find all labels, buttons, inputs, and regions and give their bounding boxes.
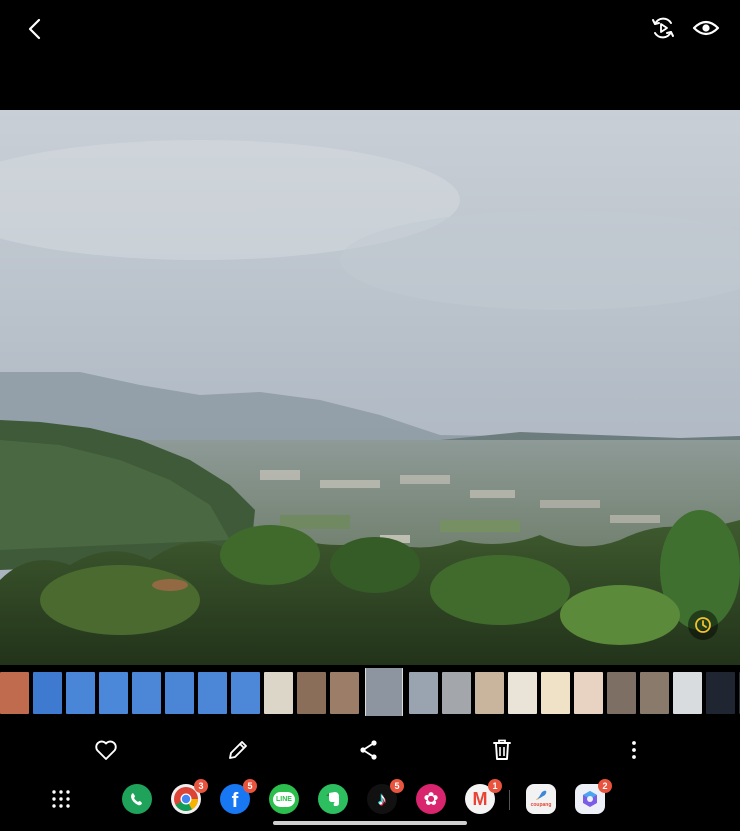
line-app[interactable]: LINE (269, 784, 299, 814)
heart-icon (95, 740, 117, 760)
eye-icon (692, 20, 720, 36)
thumb-current[interactable] (365, 668, 403, 716)
photo-action-bar (0, 730, 740, 770)
trash-icon (493, 739, 511, 760)
dock-divider (509, 790, 510, 810)
thumb-9[interactable] (264, 672, 293, 714)
phone-icon (131, 793, 142, 806)
evernote-app[interactable] (318, 784, 348, 814)
thumb-22[interactable] (706, 672, 735, 714)
thumb-13[interactable] (409, 672, 438, 714)
tiktok-icon: ♪ (377, 788, 387, 809)
gmail-icon: M (472, 788, 488, 809)
thumb-2[interactable] (33, 672, 62, 714)
landscape-photo-image (0, 110, 740, 665)
line-icon-label: LINE (276, 795, 292, 803)
edit-button[interactable] (224, 736, 252, 764)
home-gesture-bar[interactable] (273, 821, 467, 825)
coupang-app[interactable]: coupang (526, 784, 556, 814)
copilot-badge: 2 (598, 779, 612, 793)
thumb-18[interactable] (574, 672, 603, 714)
favorite-button[interactable] (92, 736, 120, 764)
motion-photo-icon (652, 17, 674, 39)
facebook-app[interactable]: f 5 (220, 779, 257, 814)
thumb-7[interactable] (198, 672, 227, 714)
thumb-6[interactable] (165, 672, 194, 714)
tiktok-badge: 5 (390, 779, 404, 793)
thumb-3[interactable] (66, 672, 95, 714)
flower-icon: ✿ (423, 788, 439, 809)
share-button[interactable] (355, 736, 383, 764)
copilot-app[interactable]: 2 (575, 779, 612, 814)
gmail-badge: 1 (488, 779, 502, 793)
gmail-app[interactable]: M 1 (465, 779, 502, 814)
thumb-11[interactable] (330, 672, 359, 714)
thumbnail-filmstrip[interactable] (0, 668, 740, 716)
back-button[interactable] (20, 14, 50, 44)
delete-button[interactable] (488, 736, 516, 764)
tiktok-app[interactable]: ♪ 5 (367, 779, 404, 814)
thumb-16[interactable] (508, 672, 537, 714)
main-photo[interactable] (0, 110, 740, 665)
taskbar: 3 f 5 LINE ♪ 5 ✿ M 1 coupang 2 (0, 778, 740, 822)
rocket-icon (536, 790, 547, 800)
thumb-21[interactable] (673, 672, 702, 714)
thumb-8[interactable] (231, 672, 260, 714)
more-vertical-icon (632, 741, 636, 759)
evernote-elephant-icon (326, 792, 339, 806)
edit-pencil-icon (229, 741, 247, 759)
thumb-1[interactable] (0, 672, 29, 714)
facebook-icon: f (231, 790, 239, 812)
thumb-5[interactable] (132, 672, 161, 714)
thumb-17[interactable] (541, 672, 570, 714)
flower-app[interactable]: ✿ (416, 784, 446, 814)
copilot-icon (583, 791, 597, 807)
chrome-app[interactable]: 3 (171, 779, 208, 814)
thumb-14[interactable] (442, 672, 471, 714)
thumb-15[interactable] (475, 672, 504, 714)
phone-app[interactable] (122, 784, 152, 814)
more-options-button[interactable] (620, 736, 648, 764)
share-icon (360, 740, 377, 760)
back-arrow-icon (28, 18, 41, 40)
coupang-label: coupang (530, 802, 552, 808)
thumb-19[interactable] (607, 672, 636, 714)
clock-icon (695, 617, 711, 633)
timer-indicator[interactable] (688, 610, 718, 640)
facebook-badge: 5 (243, 779, 257, 793)
motion-photo-button[interactable] (648, 13, 678, 43)
thumb-10[interactable] (297, 672, 326, 714)
line-icon: LINE (273, 791, 295, 807)
view-toggle-button[interactable] (690, 13, 722, 43)
thumb-20[interactable] (640, 672, 669, 714)
apps-grid-icon (52, 790, 70, 808)
thumb-4[interactable] (99, 672, 128, 714)
app-drawer-button[interactable] (46, 784, 76, 814)
viewer-top-bar (0, 0, 740, 110)
chrome-badge: 3 (194, 779, 208, 793)
